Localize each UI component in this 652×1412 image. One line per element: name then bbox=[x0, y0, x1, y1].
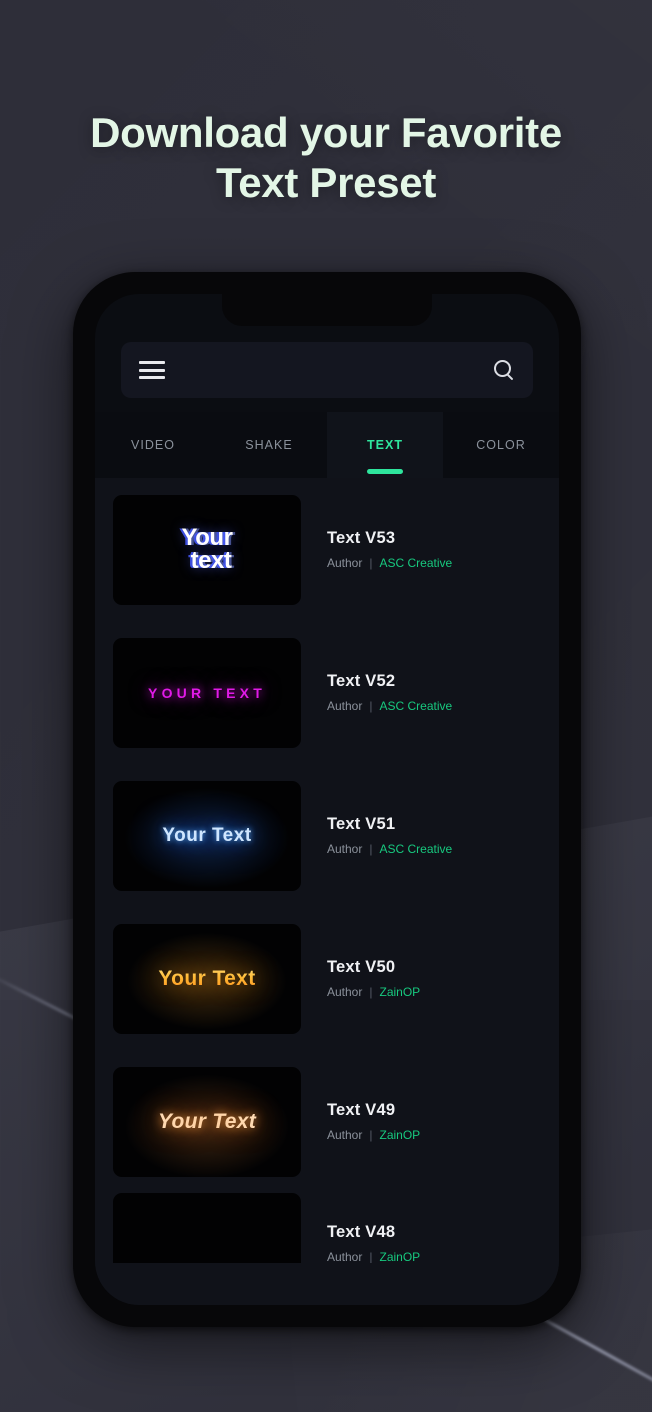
page-title: Download your Favorite Text Preset bbox=[0, 108, 652, 208]
tab-shake[interactable]: SHAKE bbox=[211, 412, 327, 478]
preview-line-2: text bbox=[190, 546, 232, 574]
tab-video[interactable]: VIDEO bbox=[95, 412, 211, 478]
preset-thumbnail[interactable] bbox=[113, 1193, 301, 1263]
byline-separator: | bbox=[369, 1128, 373, 1142]
phone-notch bbox=[222, 294, 432, 326]
author-label: Author bbox=[327, 1128, 363, 1142]
preset-meta: Text V52 Author | ASC Creative bbox=[301, 672, 452, 713]
preset-list[interactable]: Your text Text V53 Author | ASC Creative bbox=[95, 478, 559, 1305]
author-name[interactable]: ZainOP bbox=[379, 985, 420, 999]
preset-meta: Text V53 Author | ASC Creative bbox=[301, 529, 452, 570]
preset-byline: Author | ASC Creative bbox=[327, 842, 452, 856]
tab-bar: VIDEO SHAKE TEXT COLOR bbox=[95, 412, 559, 478]
phone-mockup: VIDEO SHAKE TEXT COLOR Your text Text V5… bbox=[73, 272, 581, 1327]
byline-separator: | bbox=[369, 699, 373, 713]
preset-thumbnail[interactable]: Your Text bbox=[113, 1066, 301, 1177]
thumbnail-preview-text: YOUR TEXT bbox=[148, 684, 266, 701]
tab-label: COLOR bbox=[476, 438, 526, 452]
list-item[interactable]: Your Text Text V51 Author | ASC Creative bbox=[95, 764, 559, 907]
tab-color[interactable]: COLOR bbox=[443, 412, 559, 478]
preset-thumbnail[interactable]: YOUR TEXT bbox=[113, 637, 301, 748]
author-label: Author bbox=[327, 556, 363, 570]
tab-label: TEXT bbox=[367, 438, 403, 452]
list-item[interactable]: Text V48 Author | ZainOP bbox=[95, 1193, 559, 1263]
author-name[interactable]: ASC Creative bbox=[379, 842, 452, 856]
thumbnail-preview-text: Your text bbox=[182, 526, 233, 574]
preset-byline: Author | ZainOP bbox=[327, 1250, 420, 1263]
byline-separator: | bbox=[369, 842, 373, 856]
preset-byline: Author | ASC Creative bbox=[327, 556, 452, 570]
preset-thumbnail[interactable]: Your Text bbox=[113, 780, 301, 891]
phone-screen: VIDEO SHAKE TEXT COLOR Your text Text V5… bbox=[95, 294, 559, 1305]
hamburger-menu-icon[interactable] bbox=[139, 361, 165, 379]
preset-meta: Text V50 Author | ZainOP bbox=[301, 958, 420, 999]
preset-meta: Text V49 Author | ZainOP bbox=[301, 1101, 420, 1142]
list-item[interactable]: YOUR TEXT Text V52 Author | ASC Creative bbox=[95, 621, 559, 764]
author-label: Author bbox=[327, 985, 363, 999]
author-name[interactable]: ZainOP bbox=[379, 1250, 420, 1263]
preset-title: Text V50 bbox=[327, 958, 396, 976]
tab-text[interactable]: TEXT bbox=[327, 412, 443, 478]
author-name[interactable]: ASC Creative bbox=[379, 556, 452, 570]
tab-label: VIDEO bbox=[131, 438, 175, 452]
headline-line-2: Text Preset bbox=[215, 158, 437, 206]
tab-indicator bbox=[367, 469, 403, 474]
preset-byline: Author | ZainOP bbox=[327, 1128, 420, 1142]
preset-meta: Text V51 Author | ASC Creative bbox=[301, 815, 452, 856]
thumbnail-glow bbox=[113, 923, 301, 1034]
author-name[interactable]: ASC Creative bbox=[379, 699, 452, 713]
byline-separator: | bbox=[369, 985, 373, 999]
preset-title: Text V52 bbox=[327, 672, 396, 690]
author-label: Author bbox=[327, 699, 363, 713]
thumbnail-glow bbox=[113, 1066, 301, 1177]
preset-thumbnail[interactable]: Your text bbox=[113, 494, 301, 605]
search-icon[interactable] bbox=[493, 359, 515, 381]
preset-thumbnail[interactable]: Your Text bbox=[113, 923, 301, 1034]
author-label: Author bbox=[327, 842, 363, 856]
byline-separator: | bbox=[369, 1250, 373, 1263]
author-name[interactable]: ZainOP bbox=[379, 1128, 420, 1142]
thumbnail-preview-text: Your Text bbox=[162, 824, 252, 846]
app-bar bbox=[121, 342, 533, 398]
preset-title: Text V49 bbox=[327, 1101, 396, 1119]
preset-byline: Author | ZainOP bbox=[327, 985, 420, 999]
preset-title: Text V51 bbox=[327, 815, 396, 833]
preset-meta: Text V48 Author | ZainOP bbox=[301, 1193, 420, 1263]
preset-title: Text V48 bbox=[327, 1223, 396, 1241]
tab-label: SHAKE bbox=[245, 438, 293, 452]
list-item[interactable]: Your Text Text V50 Author | ZainOP bbox=[95, 907, 559, 1050]
list-item[interactable]: Your text Text V53 Author | ASC Creative bbox=[95, 478, 559, 621]
byline-separator: | bbox=[369, 556, 373, 570]
list-item[interactable]: Your Text Text V49 Author | ZainOP bbox=[95, 1050, 559, 1193]
preset-byline: Author | ASC Creative bbox=[327, 699, 452, 713]
author-label: Author bbox=[327, 1250, 363, 1263]
headline-line-1: Download your Favorite bbox=[90, 109, 562, 156]
preset-title: Text V53 bbox=[327, 529, 396, 547]
